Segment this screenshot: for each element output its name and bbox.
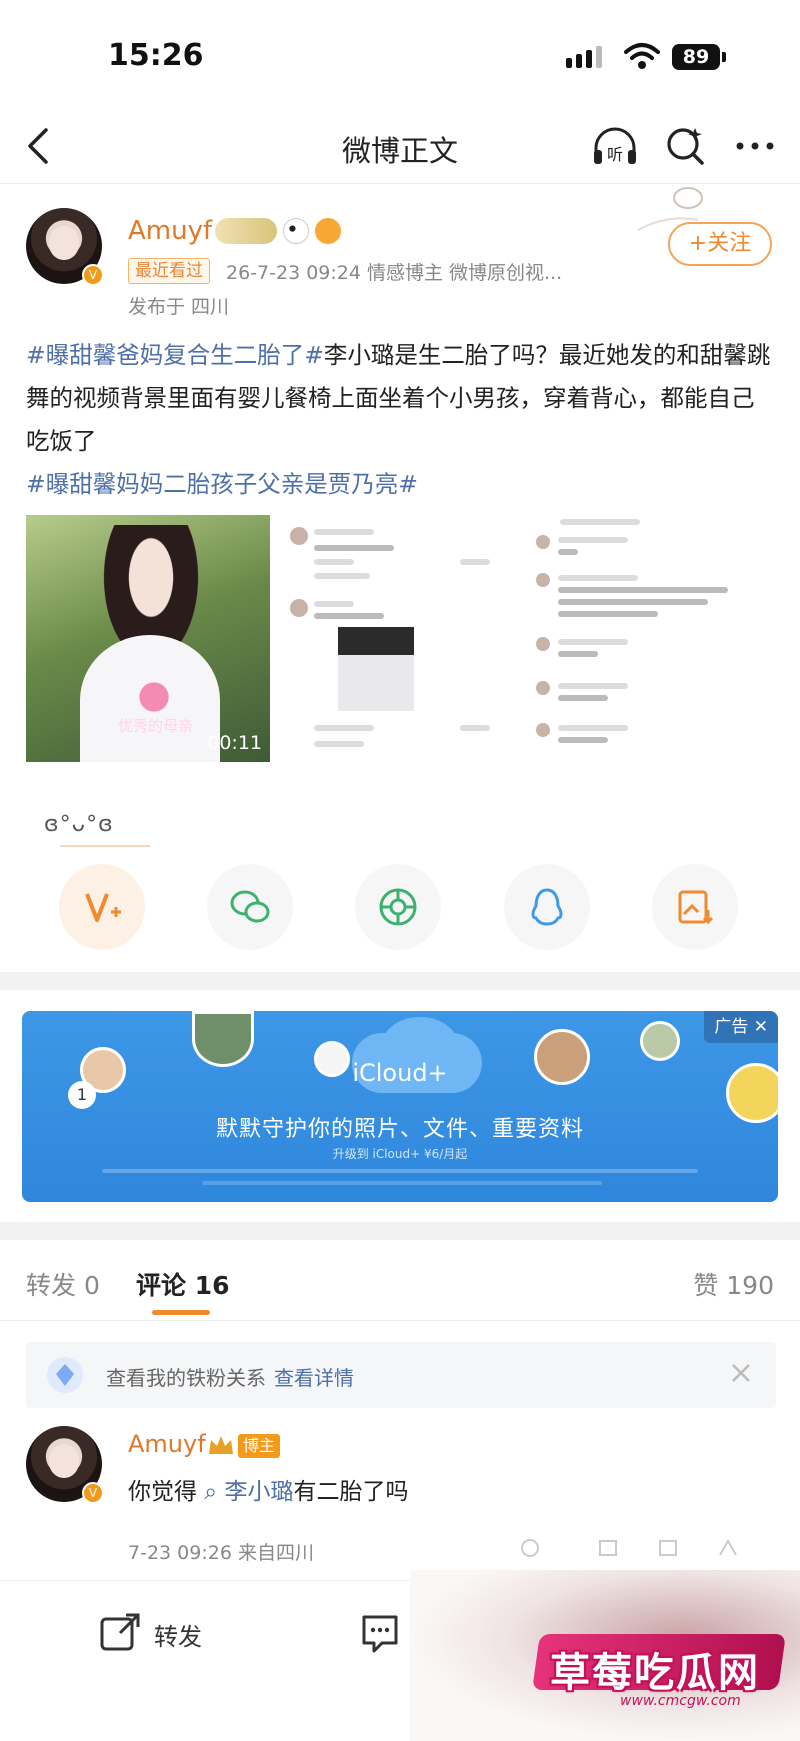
diamond-icon <box>47 1357 83 1393</box>
close-icon[interactable] <box>726 1358 756 1388</box>
ad-photo-bubble <box>726 1063 778 1123</box>
comment-meta: 7-23 09:26 来自四川 <box>128 1542 314 1564</box>
comment-text-prefix: 你觉得 <box>128 1479 197 1505</box>
v-plus-icon <box>85 893 121 922</box>
tab-reposts[interactable]: 转发 0 <box>26 1266 100 1302</box>
nav-bar: 微博正文 听 <box>0 110 800 184</box>
tab-comments[interactable]: 评论 16 <box>136 1266 230 1302</box>
moments-share-button[interactable] <box>355 864 441 950</box>
verified-badge-icon: V <box>82 1482 104 1504</box>
repost-button[interactable]: 转发 <box>154 1617 202 1652</box>
save-image-button[interactable] <box>652 864 738 950</box>
emoticon-underline <box>60 845 150 847</box>
emoticon-decoration: ɞ°ᴗ°ɞ <box>44 812 114 837</box>
comment-text: 你觉得 ⌕ 李小璐有二胎了吗 <box>128 1472 409 1506</box>
screenshot-image[interactable] <box>280 515 520 762</box>
wechat-icon <box>230 890 270 923</box>
follow-button[interactable]: +关注 <box>668 222 772 266</box>
wifi-icon <box>624 43 660 69</box>
video-thumbnail[interactable]: 优秀的母亲 00:11 <box>26 515 270 762</box>
post-body: #曝甜馨爸妈复合生二胎了#李小璐是生二胎了吗？最近她发的和甜馨跳舞的视频背景里面… <box>26 334 776 506</box>
ad-fine-print <box>202 1181 602 1185</box>
ad-fine-print <box>102 1169 698 1173</box>
ad-photo-bubble <box>192 1011 254 1067</box>
save-image-icon <box>678 890 714 925</box>
recently-viewed-tag: 最近看过 <box>128 258 210 284</box>
active-tab-indicator <box>152 1310 210 1315</box>
ad-photo-bubble <box>534 1029 590 1085</box>
ad-subtext: 升级到 iCloud+ ¥6/月起 <box>332 1147 468 1161</box>
mention-link[interactable]: ⌕ 李小璐 <box>197 1479 294 1505</box>
watermark-url: www.cmcgw.com <box>620 1693 741 1709</box>
tabs-divider <box>0 1320 800 1321</box>
ad-count-badge: 1 <box>68 1081 96 1109</box>
video-caption: 优秀的母亲 <box>118 717 194 735</box>
comment-icon[interactable] <box>358 1611 402 1655</box>
qq-share-button[interactable] <box>504 864 590 950</box>
ad-label: 广告 <box>714 1017 749 1037</box>
host-tag: 博主 <box>238 1434 281 1458</box>
screenshot-image[interactable] <box>530 515 774 762</box>
listen-icon[interactable]: 听 <box>590 122 640 170</box>
fan-card-link[interactable]: 查看详情 <box>274 1366 354 1390</box>
post-meta: 26-7-23 09:24 情感博主 微博原创视... <box>226 262 563 284</box>
fan-relationship-card[interactable]: 查看我的铁粉关系 查看详情 <box>26 1342 776 1408</box>
crown-icon <box>209 1436 233 1454</box>
ad-brand: iCloud+ <box>352 1059 448 1087</box>
wechat-share-button[interactable] <box>207 864 293 950</box>
battery-level: 89 <box>672 44 720 70</box>
membership-badge-icon <box>215 218 277 244</box>
more-icon[interactable] <box>730 122 780 170</box>
status-time: 15:26 <box>108 38 204 73</box>
ad-photo-bubble <box>314 1041 350 1077</box>
ad-photo-bubble <box>640 1021 680 1061</box>
ad-headline: 默默守护你的照片、文件、重要资料 <box>215 1117 584 1142</box>
commenter-name[interactable]: Amuyf <box>128 1430 206 1458</box>
verified-badge-icon: V <box>82 264 104 286</box>
tab-likes[interactable]: 赞 190 <box>693 1266 774 1302</box>
v-plus-share-button[interactable] <box>59 864 145 950</box>
fish-badge-icon <box>315 218 341 244</box>
comment-text-suffix: 有二胎了吗 <box>293 1479 409 1505</box>
section-divider <box>0 972 800 990</box>
ad-close-button[interactable]: 广告 ✕ <box>704 1011 778 1043</box>
author-badges <box>215 218 341 244</box>
repost-icon[interactable] <box>98 1611 142 1655</box>
post-location: 发布于 四川 <box>128 296 230 318</box>
status-bar: 15:26 89 <box>0 0 800 110</box>
watermark-title: 草莓吃瓜网 <box>550 1650 760 1696</box>
ad-banner[interactable]: iCloud+ 默默守护你的照片、文件、重要资料 升级到 iCloud+ ¥6/… <box>22 1011 778 1202</box>
topic-link[interactable]: #曝甜馨爸妈复合生二胎了# <box>26 341 324 369</box>
fan-card-text: 查看我的铁粉关系 查看详情 <box>106 1362 354 1391</box>
comment-actions-icon[interactable] <box>520 1538 780 1558</box>
battery-tip <box>722 52 726 62</box>
moments-icon <box>379 888 417 926</box>
qq-icon <box>531 888 563 926</box>
signal-icon <box>566 46 602 68</box>
panda-badge-icon <box>283 218 309 244</box>
author-name[interactable]: Amuyf <box>128 216 212 246</box>
video-duration: 00:11 <box>207 732 262 754</box>
fan-card-label: 查看我的铁粉关系 <box>106 1366 266 1390</box>
search-icon[interactable] <box>662 122 710 170</box>
svg-text:听: 听 <box>607 145 623 164</box>
topic-link[interactable]: #曝甜馨妈妈二胎孩子父亲是贾乃亮# <box>26 470 418 498</box>
mention-label: 李小璐 <box>224 1479 294 1505</box>
section-divider <box>0 1222 800 1240</box>
